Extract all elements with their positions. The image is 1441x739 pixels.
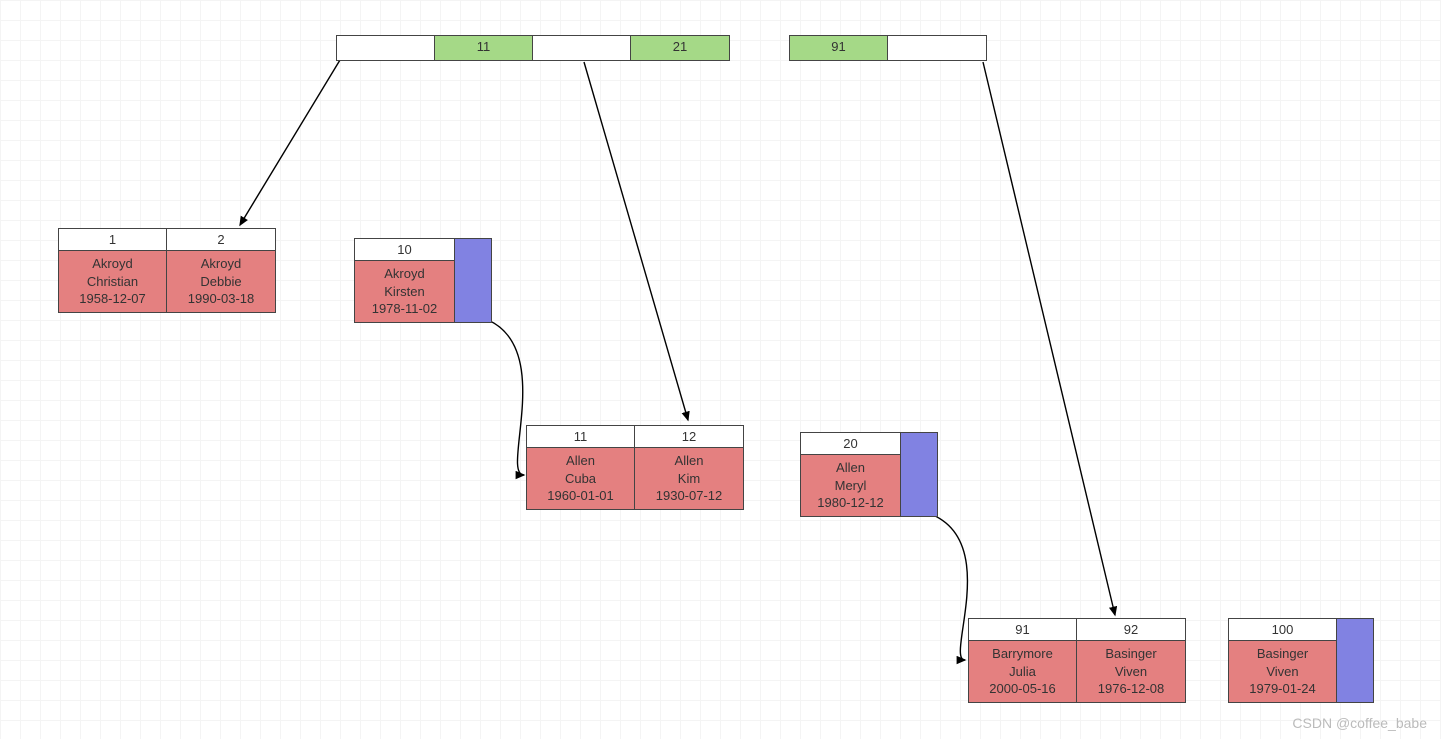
index-cell-key: 91 [790, 36, 887, 60]
index-cell-key: 11 [435, 36, 532, 60]
index-cell-ptr [533, 36, 630, 60]
leaf-next-pointer [1337, 619, 1373, 702]
leaf-cell-body: Akroyd Christian 1958-12-07 [59, 251, 166, 312]
index-cell-ptr [337, 36, 434, 60]
index-cell-key: 21 [631, 36, 729, 60]
leaf-cell-id: 1 [59, 229, 166, 251]
leaf-node-5: 91 Barrymore Julia 2000-05-16 92 Basinge… [968, 618, 1186, 703]
leaf-cell-body: Allen Cuba 1960-01-01 [527, 448, 634, 509]
leaf-cell-body: Barrymore Julia 2000-05-16 [969, 641, 1076, 702]
leaf-node-2: 10 Akroyd Kirsten 1978-11-02 [354, 238, 492, 323]
leaf-cell-id: 92 [1077, 619, 1185, 641]
leaf-cell-body: Akroyd Kirsten 1978-11-02 [355, 261, 454, 322]
leaf-node-4: 20 Allen Meryl 1980-12-12 [800, 432, 938, 517]
leaf-node-6: 100 Basinger Viven 1979-01-24 [1228, 618, 1374, 703]
index-cell-ptr [888, 36, 986, 60]
leaf-cell-id: 11 [527, 426, 634, 448]
leaf-cell-id: 2 [167, 229, 275, 251]
leaf-next-pointer [455, 239, 491, 322]
leaf-cell-body: Allen Kim 1930-07-12 [635, 448, 743, 509]
leaf-node-3: 11 Allen Cuba 1960-01-01 12 Allen Kim 19… [526, 425, 744, 510]
leaf-cell-id: 12 [635, 426, 743, 448]
watermark: CSDN @coffee_babe [1292, 715, 1427, 731]
leaf-next-pointer [901, 433, 937, 516]
index-node-1: 11 21 [336, 35, 730, 61]
grid-background [0, 0, 1441, 739]
leaf-cell-body: Akroyd Debbie 1990-03-18 [167, 251, 275, 312]
leaf-node-1: 1 Akroyd Christian 1958-12-07 2 Akroyd D… [58, 228, 276, 313]
index-node-2: 91 [789, 35, 987, 61]
leaf-cell-body: Basinger Viven 1976-12-08 [1077, 641, 1185, 702]
leaf-cell-body: Basinger Viven 1979-01-24 [1229, 641, 1336, 702]
leaf-cell-id: 10 [355, 239, 454, 261]
leaf-cell-id: 100 [1229, 619, 1336, 641]
leaf-cell-id: 91 [969, 619, 1076, 641]
leaf-cell-body: Allen Meryl 1980-12-12 [801, 455, 900, 516]
leaf-cell-id: 20 [801, 433, 900, 455]
